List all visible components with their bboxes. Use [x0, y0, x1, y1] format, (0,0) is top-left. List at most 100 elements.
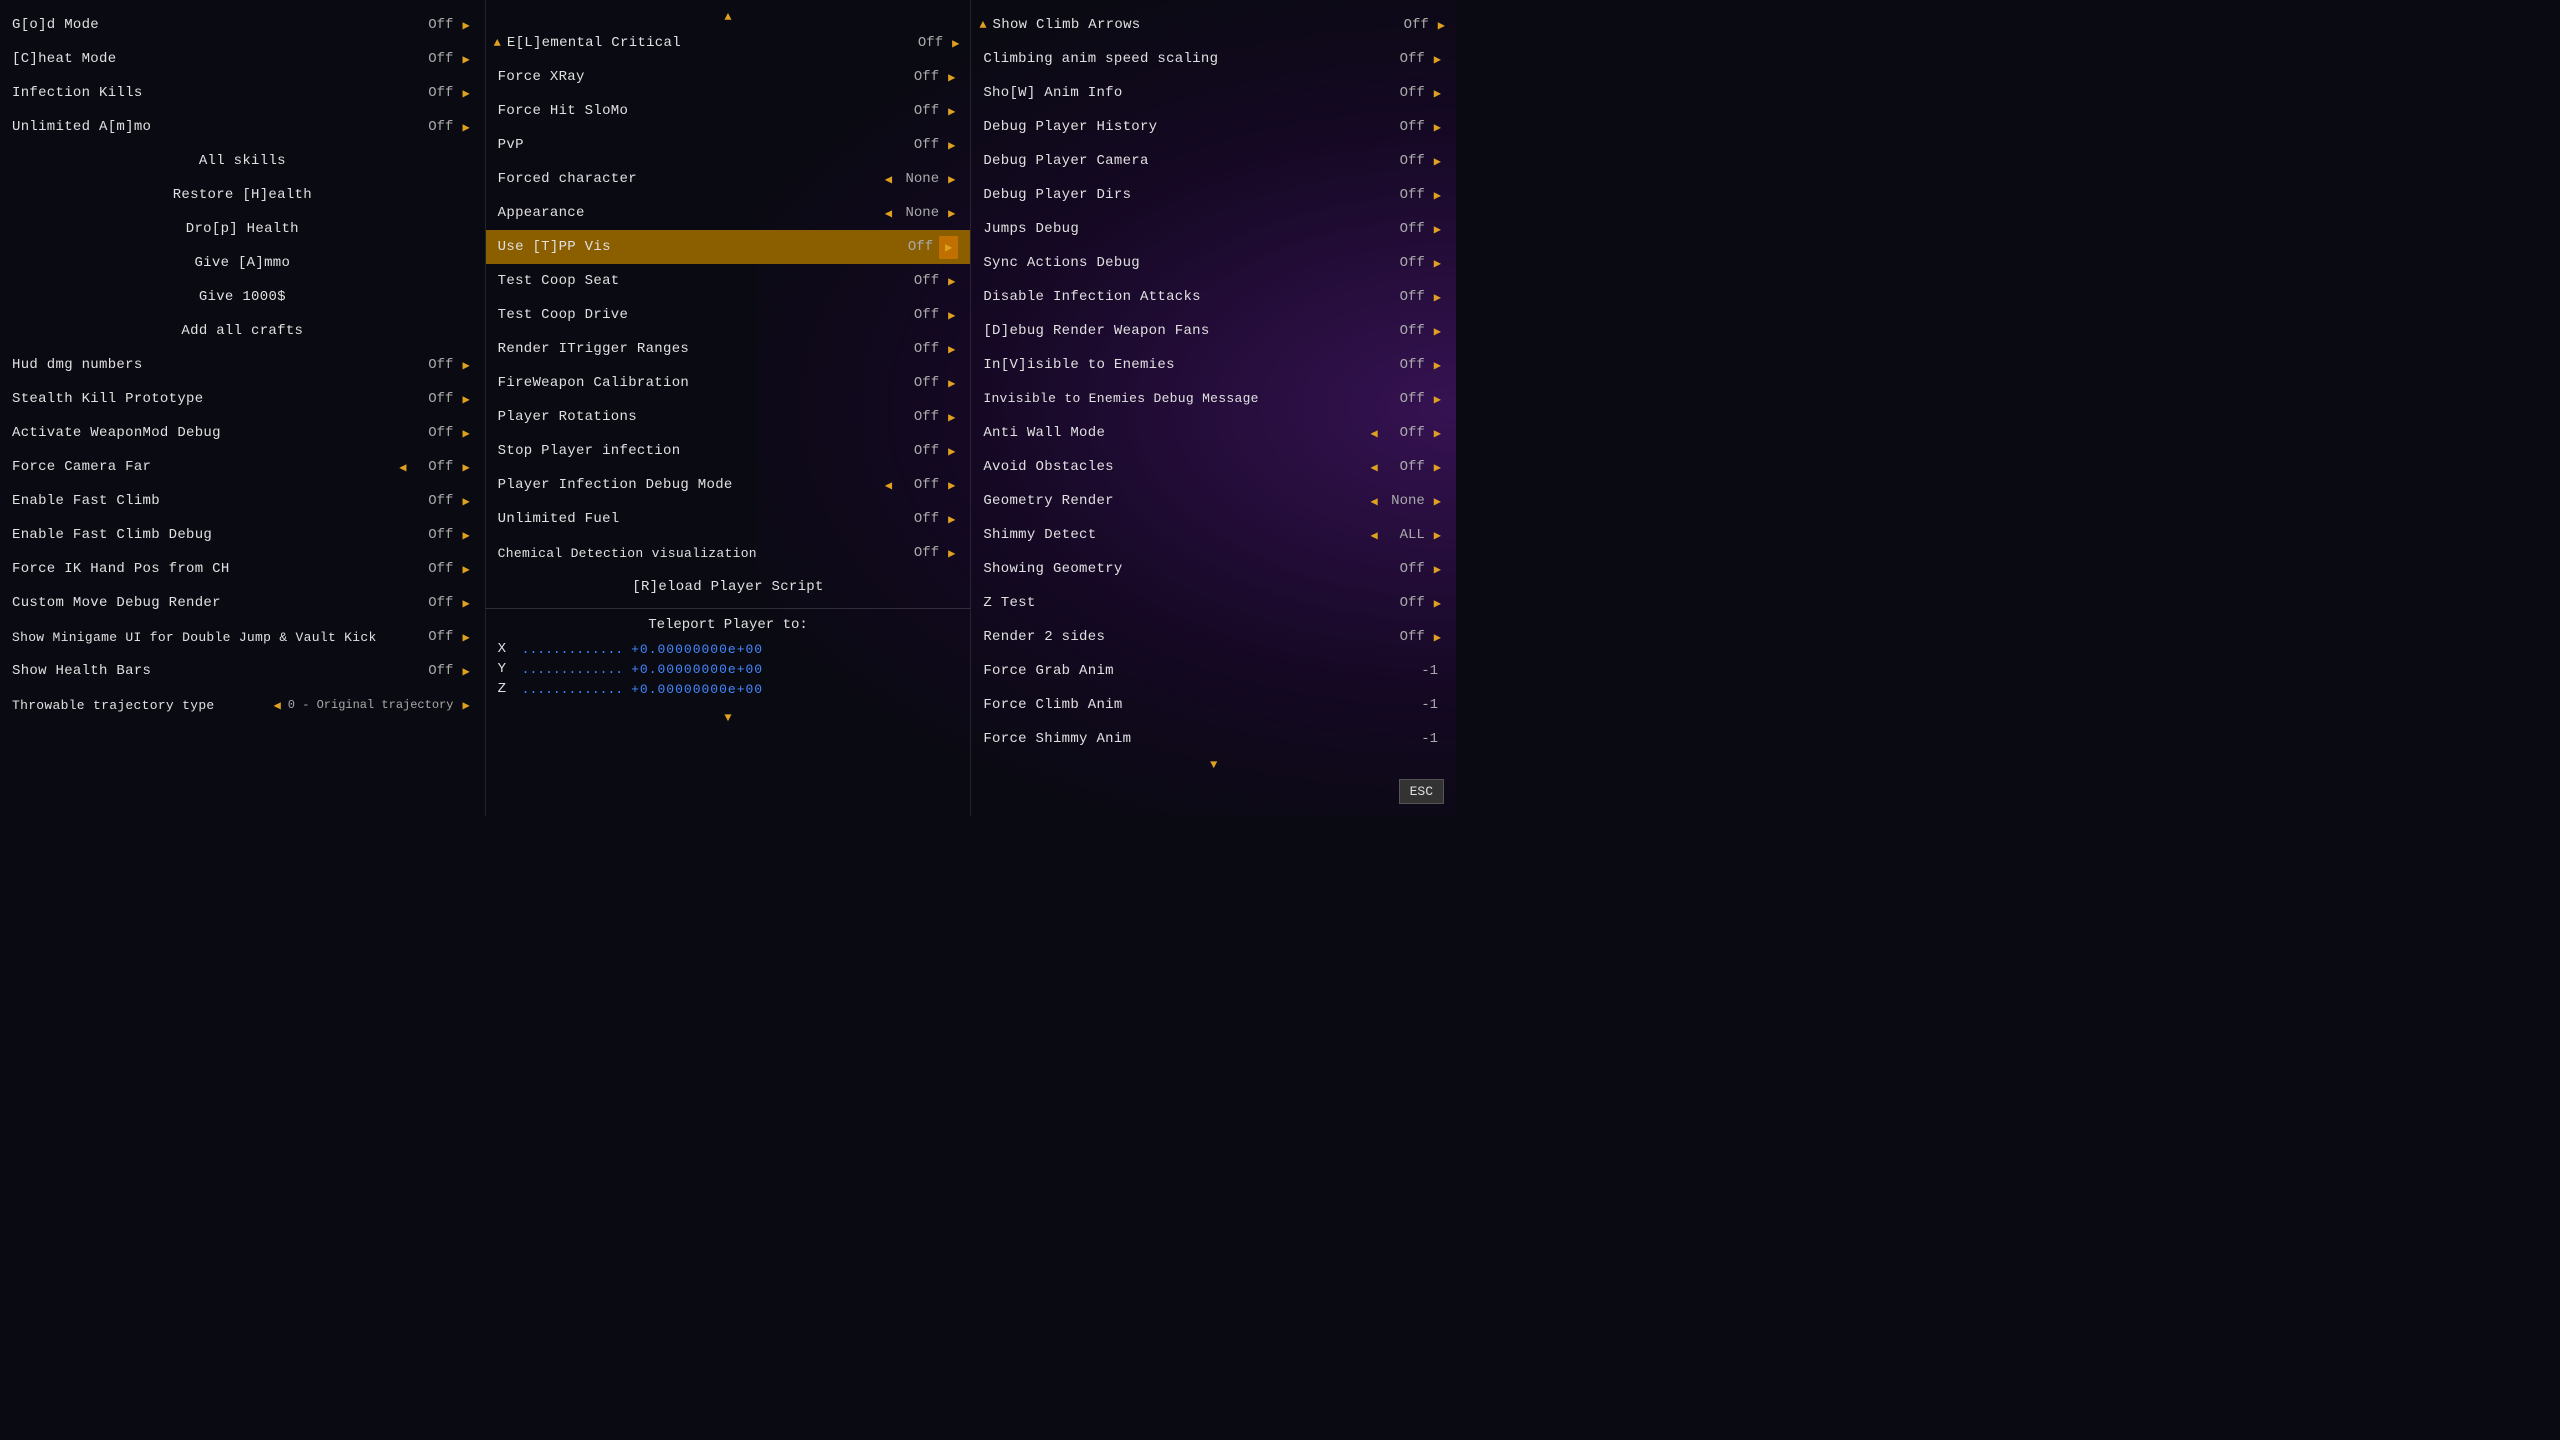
col3-item-forceshimmyanim[interactable]: Force Shimmy Anim -1: [971, 722, 1456, 756]
col3-right-arrow-debugplayerdirs[interactable]: ▶: [1431, 186, 1444, 205]
col3-right-arrow-jumpsdebug[interactable]: ▶: [1431, 220, 1444, 239]
col3-item-climbanim[interactable]: Climbing anim speed scaling Off ▶: [971, 42, 1456, 76]
col2-scroll-up[interactable]: ▲: [486, 8, 971, 26]
col3-right-arrow-avoidobstacles[interactable]: ▶: [1431, 458, 1444, 477]
col3-right-arrow-debugrenderweapon[interactable]: ▶: [1431, 322, 1444, 341]
col1-item-forceikhands[interactable]: Force IK Hand Pos from CH Off ▶: [0, 552, 485, 586]
col1-right-arrow-2[interactable]: ▶: [459, 84, 472, 103]
col1-item-weaponmod[interactable]: Activate WeaponMod Debug Off ▶: [0, 416, 485, 450]
col3-item-debugplayerhistory[interactable]: Debug Player History Off ▶: [971, 110, 1456, 144]
col1-item-fastclimb[interactable]: Enable Fast Climb Off ▶: [0, 484, 485, 518]
col3-right-arrow-geometryrender[interactable]: ▶: [1431, 492, 1444, 511]
col1-action-restorehealth[interactable]: Restore [H]ealth: [0, 178, 485, 212]
col2-right-arrow-rendertrigger[interactable]: ▶: [945, 340, 958, 359]
col2-item-forcehitslomo[interactable]: Force Hit SloMo Off ▶: [486, 94, 971, 128]
col3-item-debugplayercam[interactable]: Debug Player Camera Off ▶: [971, 144, 1456, 178]
col2-right-arrow-forcehitslomo[interactable]: ▶: [945, 102, 958, 121]
col2-item-appearance[interactable]: Appearance ◀ None ▶: [486, 196, 971, 230]
col2-right-arrow-usetppvis[interactable]: ▶: [939, 236, 958, 259]
col1-right-arrow-fastclimb[interactable]: ▶: [459, 492, 472, 511]
col1-item-throwable[interactable]: Throwable trajectory type ◀ 0 - Original…: [0, 688, 485, 722]
col1-item-minigameui[interactable]: Show Minigame UI for Double Jump & Vault…: [0, 620, 485, 654]
col2-item-usetppvis[interactable]: Use [T]PP Vis Off ▶: [486, 230, 971, 264]
col2-right-arrow-infectiondebug[interactable]: ▶: [945, 476, 958, 495]
col3-scroll-down[interactable]: ▼: [971, 756, 1456, 774]
col1-right-arrow-forcecamera[interactable]: ▶: [459, 458, 472, 477]
col1-action-drophealth[interactable]: Dro[p] Health: [0, 212, 485, 246]
col2-left-arrow-forcedchar[interactable]: ◀: [882, 170, 895, 189]
col3-right-arrow-ztest[interactable]: ▶: [1431, 594, 1444, 613]
col3-item-debugrenderweapon[interactable]: [D]ebug Render Weapon Fans Off ▶: [971, 314, 1456, 348]
col2-right-arrow-testcoopdrive[interactable]: ▶: [945, 306, 958, 325]
col2-item-infectiondebug[interactable]: Player Infection Debug Mode ◀ Off ▶: [486, 468, 971, 502]
col2-right-arrow-forcexray[interactable]: ▶: [945, 68, 958, 87]
col2-action-reloadscript[interactable]: [R]eload Player Script: [486, 570, 971, 604]
col3-right-arrow-invisibledebug[interactable]: ▶: [1431, 390, 1444, 409]
col1-item-2[interactable]: Infection Kills Off ▶: [0, 76, 485, 110]
col2-header-right-arrow[interactable]: ▶: [949, 34, 962, 53]
col2-item-testcoopseat[interactable]: Test Coop Seat Off ▶: [486, 264, 971, 298]
col2-right-arrow-stopinfection[interactable]: ▶: [945, 442, 958, 461]
teleport-x-row[interactable]: X ............. +0.00000000e+00: [498, 641, 959, 657]
col1-action-addcrafts[interactable]: Add all crafts: [0, 314, 485, 348]
col1-item-0[interactable]: G[o]d Mode Off ▶: [0, 8, 485, 42]
col3-right-arrow-disableinfect[interactable]: ▶: [1431, 288, 1444, 307]
esc-button[interactable]: ESC: [1399, 779, 1444, 804]
col1-action-giveammo[interactable]: Give [A]mmo: [0, 246, 485, 280]
col3-right-arrow-syncactionsdebug[interactable]: ▶: [1431, 254, 1444, 273]
col3-left-arrow-shimmydetect[interactable]: ◀: [1368, 526, 1381, 545]
col1-right-arrow-fastclimbdebug[interactable]: ▶: [459, 526, 472, 545]
col2-left-arrow-infectiondebug[interactable]: ◀: [882, 476, 895, 495]
col1-item-fastclimbdebug[interactable]: Enable Fast Climb Debug Off ▶: [0, 518, 485, 552]
col3-item-showaniminfo[interactable]: Sho[W] Anim Info Off ▶: [971, 76, 1456, 110]
col1-right-arrow-weaponmod[interactable]: ▶: [459, 424, 472, 443]
col2-right-arrow-appearance[interactable]: ▶: [945, 204, 958, 223]
col3-item-forceclimbanim[interactable]: Force Climb Anim -1: [971, 688, 1456, 722]
col3-right-arrow-showaniminfo[interactable]: ▶: [1431, 84, 1444, 103]
col1-item-3[interactable]: Unlimited A[m]mo Off ▶: [0, 110, 485, 144]
col3-right-arrow-invisible[interactable]: ▶: [1431, 356, 1444, 375]
col3-right-arrow-debugplayercam[interactable]: ▶: [1431, 152, 1444, 171]
col3-item-disableinfect[interactable]: Disable Infection Attacks Off ▶: [971, 280, 1456, 314]
col3-right-arrow-climbanim[interactable]: ▶: [1431, 50, 1444, 69]
col2-right-arrow-chemdetect[interactable]: ▶: [945, 544, 958, 563]
col2-item-chemdetect[interactable]: Chemical Detection visualization Off ▶: [486, 536, 971, 570]
col1-right-arrow-3[interactable]: ▶: [459, 118, 472, 137]
col3-item-antiwall[interactable]: Anti Wall Mode ◀ Off ▶: [971, 416, 1456, 450]
col2-item-forcexray[interactable]: Force XRay Off ▶: [486, 60, 971, 94]
col2-right-arrow-unlimitedfuel[interactable]: ▶: [945, 510, 958, 529]
col2-header[interactable]: ▲ E[L]emental Critical Off ▶: [486, 26, 971, 60]
col2-item-unlimitedfuel[interactable]: Unlimited Fuel Off ▶: [486, 502, 971, 536]
col3-item-geometryrender[interactable]: Geometry Render ◀ None ▶: [971, 484, 1456, 518]
col2-right-arrow-fireweaponcal[interactable]: ▶: [945, 374, 958, 393]
col1-item-custommovedebug[interactable]: Custom Move Debug Render Off ▶: [0, 586, 485, 620]
col2-item-testcoopdrive[interactable]: Test Coop Drive Off ▶: [486, 298, 971, 332]
col1-right-arrow-stealthkill[interactable]: ▶: [459, 390, 472, 409]
col3-right-arrow-antiwall[interactable]: ▶: [1431, 424, 1444, 443]
col2-right-arrow-testcoopseat[interactable]: ▶: [945, 272, 958, 291]
teleport-z-row[interactable]: Z ............. +0.00000000e+00: [498, 681, 959, 697]
col1-right-arrow-1[interactable]: ▶: [459, 50, 472, 69]
col3-left-arrow-avoidobstacles[interactable]: ◀: [1368, 458, 1381, 477]
col3-header-right-arrow[interactable]: ▶: [1435, 16, 1448, 35]
col3-header[interactable]: ▲ Show Climb Arrows Off ▶: [971, 8, 1456, 42]
col2-scroll-down[interactable]: ▼: [486, 709, 971, 727]
col1-left-arrow-forcecamera[interactable]: ◀: [396, 458, 409, 477]
col3-item-invisible[interactable]: In[V]isible to Enemies Off ▶: [971, 348, 1456, 382]
col1-action-give1000[interactable]: Give 1000$: [0, 280, 485, 314]
col3-item-render2sides[interactable]: Render 2 sides Off ▶: [971, 620, 1456, 654]
col3-item-invisibledebug[interactable]: Invisible to Enemies Debug Message Off ▶: [971, 382, 1456, 416]
col2-item-rendertrigger[interactable]: Render ITrigger Ranges Off ▶: [486, 332, 971, 366]
teleport-y-row[interactable]: Y ............. +0.00000000e+00: [498, 661, 959, 677]
col1-right-arrow-forceikhands[interactable]: ▶: [459, 560, 472, 579]
col1-right-arrow-healthbars[interactable]: ▶: [459, 662, 472, 681]
col3-item-showinggeometry[interactable]: Showing Geometry Off ▶: [971, 552, 1456, 586]
col2-item-stopinfection[interactable]: Stop Player infection Off ▶: [486, 434, 971, 468]
col1-right-arrow-0[interactable]: ▶: [459, 16, 472, 35]
col3-item-shimmydetect[interactable]: Shimmy Detect ◀ ALL ▶: [971, 518, 1456, 552]
col2-right-arrow-pvp[interactable]: ▶: [945, 136, 958, 155]
col2-right-arrow-playerrotations[interactable]: ▶: [945, 408, 958, 427]
col1-item-huddmg[interactable]: Hud dmg numbers Off ▶: [0, 348, 485, 382]
col3-right-arrow-showinggeometry[interactable]: ▶: [1431, 560, 1444, 579]
col1-right-arrow-custommovedebug[interactable]: ▶: [459, 594, 472, 613]
